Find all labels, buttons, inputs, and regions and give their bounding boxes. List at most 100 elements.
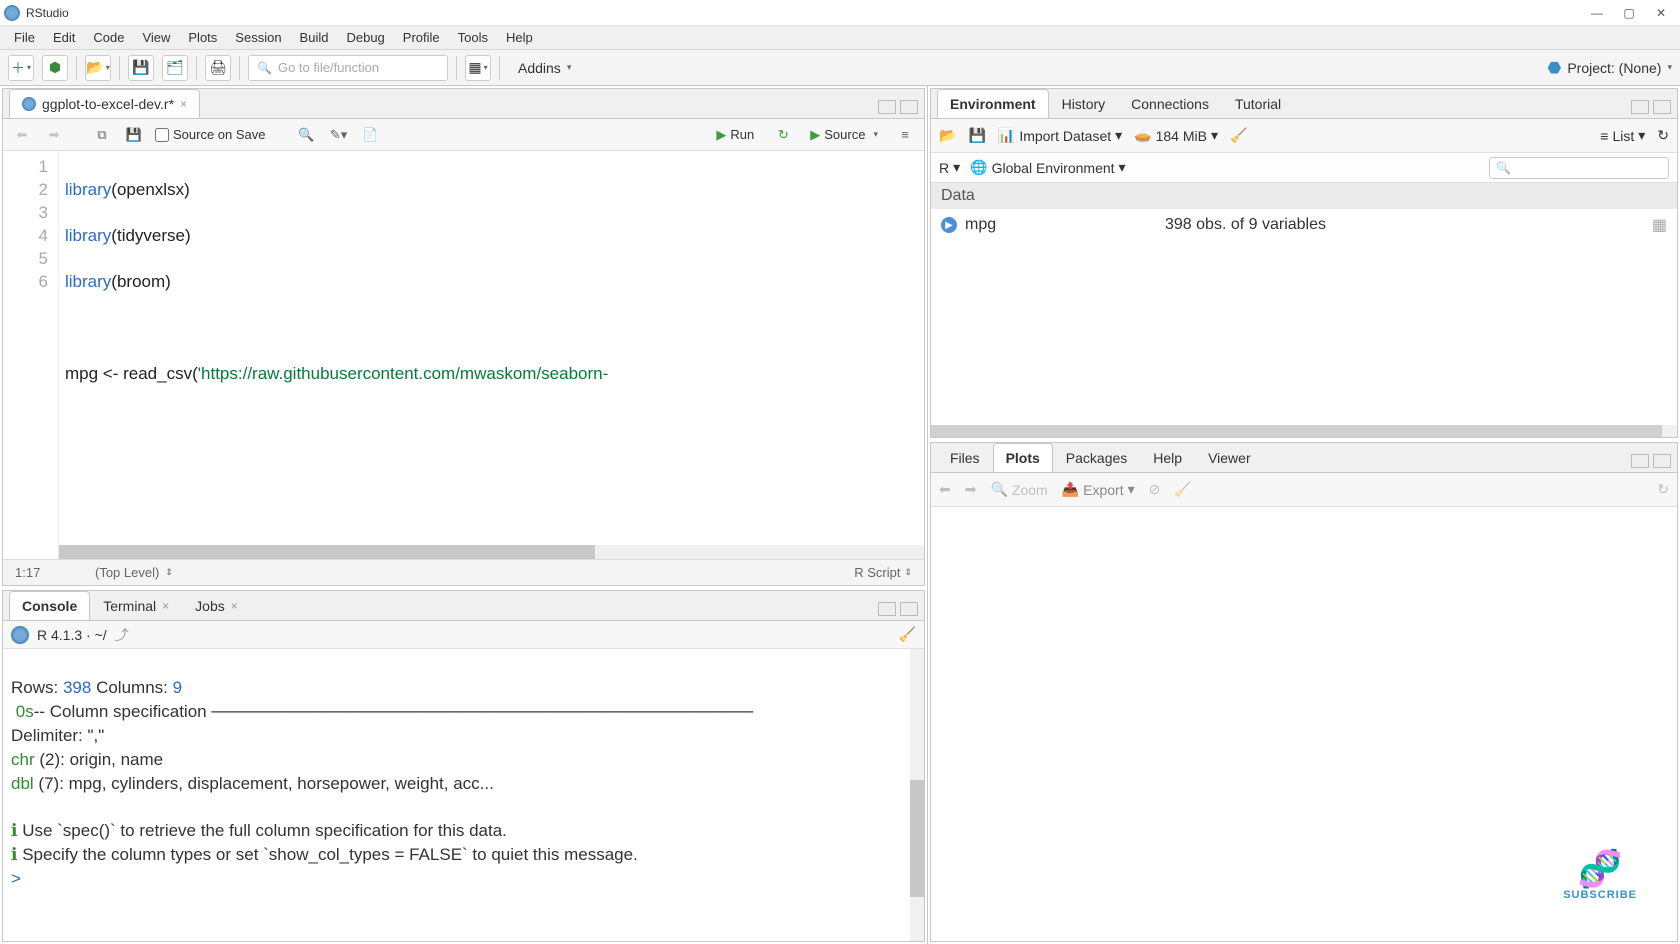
maximize-pane-button[interactable] <box>900 100 918 114</box>
project-label: Project: (None) <box>1567 60 1661 76</box>
minimize-pane-button[interactable] <box>1631 100 1649 114</box>
source-tabstrip: ggplot-to-excel-dev.r* × <box>3 89 924 119</box>
r-file-icon <box>22 97 36 111</box>
addins-menu[interactable]: Addins▾ <box>508 55 581 81</box>
terminal-tab[interactable]: Terminal× <box>90 591 182 620</box>
save-all-button[interactable]: 🗂 <box>162 55 188 81</box>
environment-scope-bar: R ▾ 🌐 Global Environment ▾ <box>931 153 1677 183</box>
connections-tab[interactable]: Connections <box>1118 89 1222 118</box>
search-environment-input[interactable] <box>1489 157 1669 179</box>
save-source-button[interactable]: 💾 <box>123 124 145 146</box>
env-hscrollbar[interactable] <box>931 425 1677 437</box>
maximize-pane-button[interactable] <box>1653 100 1671 114</box>
files-tab[interactable]: Files <box>937 443 993 472</box>
view-data-icon[interactable]: ▦ <box>1652 215 1667 235</box>
open-file-button[interactable]: 📂 <box>85 55 111 81</box>
print-button[interactable]: 🖨 <box>205 55 231 81</box>
import-dataset-button[interactable]: 📊 Import Dataset ▾ <box>998 127 1122 144</box>
main-toolbar: ＋ ⬢ 📂 💾 🗂 🖨 Go to file/function ▦ Addins… <box>0 50 1680 86</box>
minimize-pane-button[interactable] <box>1631 454 1649 468</box>
memory-usage[interactable]: 🥧 184 MiB ▾ <box>1134 127 1218 144</box>
rerun-button[interactable]: ↻ <box>772 124 794 146</box>
console-popout-icon[interactable]: ⤴ <box>115 625 129 645</box>
maximize-button[interactable]: ▢ <box>1622 6 1636 20</box>
new-project-button[interactable]: ⬢ <box>42 55 68 81</box>
menu-edit[interactable]: Edit <box>45 27 83 48</box>
forward-button[interactable]: ➡ <box>43 124 65 146</box>
tab-close-icon[interactable]: × <box>180 97 187 111</box>
new-file-button[interactable]: ＋ <box>8 55 34 81</box>
source-on-save-input[interactable] <box>155 128 169 142</box>
tab-close-icon[interactable]: × <box>162 599 169 613</box>
save-button[interactable]: 💾 <box>128 55 154 81</box>
menu-help[interactable]: Help <box>498 27 541 48</box>
plots-tabstrip: Files Plots Packages Help Viewer <box>931 443 1677 473</box>
code-area[interactable]: library(openxlsx) library(tidyverse) lib… <box>59 151 924 559</box>
help-tab[interactable]: Help <box>1140 443 1195 472</box>
clear-plots-button[interactable]: 🧹 <box>1174 481 1191 498</box>
back-button[interactable]: ⬅ <box>11 124 33 146</box>
viewer-tab[interactable]: Viewer <box>1195 443 1264 472</box>
editor-hscrollbar[interactable] <box>59 545 924 559</box>
show-in-new-window-button[interactable]: ⧉ <box>91 124 113 146</box>
load-workspace-button[interactable]: 📂 <box>939 127 956 144</box>
menu-profile[interactable]: Profile <box>395 27 448 48</box>
refresh-plot-button[interactable]: ↻ <box>1657 481 1669 498</box>
view-mode-button[interactable]: ≡ List ▾ <box>1600 127 1645 144</box>
goto-file-input[interactable]: Go to file/function <box>248 55 448 81</box>
close-button[interactable]: ✕ <box>1654 6 1668 20</box>
menu-file[interactable]: File <box>6 27 43 48</box>
expand-icon[interactable]: ▶ <box>941 217 957 233</box>
menu-plots[interactable]: Plots <box>180 27 225 48</box>
clear-objects-button[interactable]: 🧹 <box>1230 127 1247 144</box>
environment-tab[interactable]: Environment <box>937 89 1049 118</box>
source-tab[interactable]: ggplot-to-excel-dev.r* × <box>9 89 200 118</box>
menu-code[interactable]: Code <box>85 27 132 48</box>
jobs-tab[interactable]: Jobs× <box>182 591 251 620</box>
console-pane: Console Terminal× Jobs× R 4.1.3 · ~/ ⤴ 🧹… <box>2 590 925 942</box>
refresh-button[interactable]: ↻ <box>1657 127 1669 144</box>
plot-prev-button[interactable]: ⬅ <box>939 481 951 498</box>
console-tab[interactable]: Console <box>9 591 90 620</box>
minimize-pane-button[interactable] <box>878 602 896 616</box>
history-tab[interactable]: History <box>1049 89 1119 118</box>
tutorial-tab[interactable]: Tutorial <box>1222 89 1294 118</box>
maximize-pane-button[interactable] <box>900 602 918 616</box>
tab-close-icon[interactable]: × <box>231 599 238 613</box>
console-vscrollbar[interactable] <box>910 649 924 941</box>
console-output[interactable]: Rows: 398 Columns: 9 0s-- Column specifi… <box>3 649 924 941</box>
remove-plot-button[interactable]: ⊘ <box>1149 481 1161 498</box>
environment-pane: Environment History Connections Tutorial… <box>930 88 1678 438</box>
global-env-scope[interactable]: 🌐 Global Environment ▾ <box>970 159 1125 176</box>
grid-tools-button[interactable]: ▦ <box>465 55 491 81</box>
menu-debug[interactable]: Debug <box>338 27 392 48</box>
clear-console-icon[interactable]: 🧹 <box>899 626 916 643</box>
export-button[interactable]: 📤 Export ▾ <box>1062 481 1135 498</box>
menu-build[interactable]: Build <box>292 27 337 48</box>
save-workspace-button[interactable]: 💾 <box>968 127 985 144</box>
menu-view[interactable]: View <box>134 27 178 48</box>
maximize-pane-button[interactable] <box>1653 454 1671 468</box>
code-tools-button[interactable]: ✎▾ <box>328 124 350 146</box>
menu-session[interactable]: Session <box>227 27 289 48</box>
menu-tools[interactable]: Tools <box>450 27 496 48</box>
source-on-save-checkbox[interactable]: Source on Save <box>155 127 266 142</box>
compile-report-button[interactable]: 📄 <box>360 124 382 146</box>
scope-selector[interactable]: (Top Level)⇕ <box>95 565 173 580</box>
plot-next-button[interactable]: ➡ <box>965 481 977 498</box>
cursor-position: 1:17 <box>15 565 95 580</box>
packages-tab[interactable]: Packages <box>1053 443 1140 472</box>
run-button[interactable]: ▶Run <box>708 125 762 145</box>
source-button[interactable]: ▶Source▾ <box>804 125 884 145</box>
code-editor[interactable]: 1 2 3 4 5 6 library(openxlsx) library(ti… <box>3 151 924 559</box>
language-scope[interactable]: R ▾ <box>939 159 960 176</box>
env-item-mpg[interactable]: ▶ mpg 398 obs. of 9 variables ▦ <box>931 209 1677 241</box>
language-selector[interactable]: R Script⇕ <box>854 565 912 580</box>
plots-tab[interactable]: Plots <box>993 443 1053 472</box>
zoom-button[interactable]: 🔍 Zoom <box>990 481 1047 498</box>
outline-button[interactable]: ≡ <box>894 124 916 146</box>
find-button[interactable]: 🔍 <box>296 124 318 146</box>
minimize-pane-button[interactable] <box>878 100 896 114</box>
minimize-button[interactable]: — <box>1590 6 1604 20</box>
project-selector[interactable]: ⬣ Project: (None) ▾ <box>1547 58 1672 78</box>
